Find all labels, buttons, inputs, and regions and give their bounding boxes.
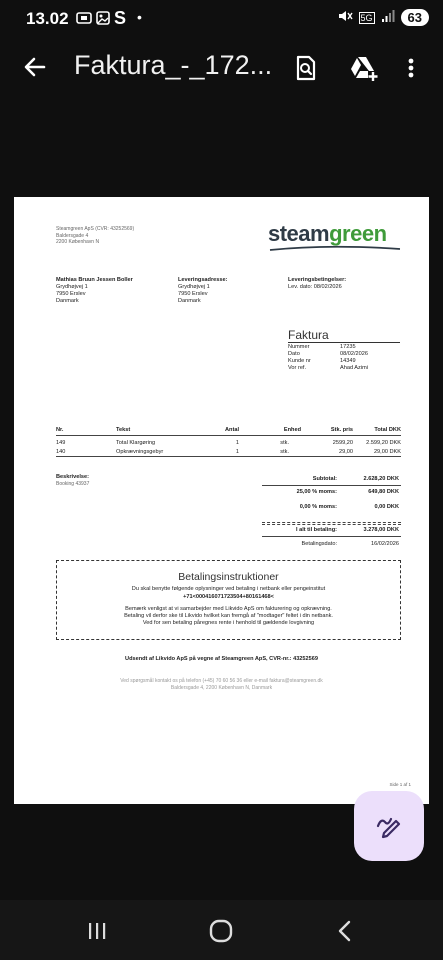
status-time: 13.02 xyxy=(26,9,69,28)
screenshot-notification-icon xyxy=(76,11,92,28)
payment-code: +71<000416071723504+80161468< xyxy=(183,594,274,600)
payment-instructions: Betalingsinstruktioner Du skal benytte f… xyxy=(56,560,401,640)
more-notifications-dot-icon: • xyxy=(137,9,142,25)
table-header: Nr. Tekst Antal Enhed Stk. pris Total DK… xyxy=(56,426,401,436)
delivery-address: Leveringsadresse: Grydhøjvej 1 7950 Ersl… xyxy=(178,277,228,304)
back-arrow-icon[interactable] xyxy=(20,52,50,82)
recent-apps-icon[interactable] xyxy=(86,920,108,947)
invoice-footer: Udsendt af Likvido ApS på vegne af Steam… xyxy=(14,656,429,691)
description: Beskrivelse: Booking 43937 xyxy=(56,474,90,487)
payment-instructions-title: Betalingsinstruktioner xyxy=(178,571,279,583)
line-items-table: Nr. Tekst Antal Enhed Stk. pris Total DK… xyxy=(56,426,401,457)
invoice-details: Nummer 17235 Dato 08/02/2026 Kunde nr 14349… xyxy=(288,344,368,371)
network-type-icon: 5G xyxy=(358,11,375,24)
more-options-icon[interactable] xyxy=(404,54,418,82)
home-icon[interactable] xyxy=(209,919,233,948)
gallery-notification-icon xyxy=(96,11,110,28)
annotate-fab[interactable] xyxy=(354,791,424,861)
pen-annotate-icon xyxy=(376,817,401,839)
sender-address: Steamgreen ApS (CVR: 43252569) Baldersga… xyxy=(56,226,135,245)
sent-by-line: Udsendt af Likvido ApS på vegne af Steam… xyxy=(125,656,318,662)
page-number: Side 1 af 1 xyxy=(389,782,411,787)
delivery-terms: Leveringsbetingelser: Lev. dato: 08/02/2… xyxy=(288,277,347,290)
add-to-drive-icon[interactable] xyxy=(349,54,378,82)
invoice-page[interactable]: Steamgreen ApS (CVR: 43252569) Baldersga… xyxy=(14,197,429,804)
customer-address: Mathias Bruun Jessen Boller Grydhøjvej 1… xyxy=(56,277,133,304)
document-title: Faktura_-_172... xyxy=(74,50,273,80)
invoice-title-divider xyxy=(288,342,400,343)
s-app-notification-icon: S xyxy=(114,8,127,28)
table-row: 149 Total Klargøring 1 stk. 2599,20 2.59… xyxy=(56,440,401,446)
logo-swoosh xyxy=(269,245,401,251)
search-document-icon[interactable] xyxy=(292,54,320,82)
invoice-title: Faktura xyxy=(288,328,329,342)
battery-indicator: 63 xyxy=(400,9,429,26)
steamgreen-logo: steamgreen xyxy=(268,221,387,246)
table-row: 140 Opkrævningsgebyr 1 stk. 29,00 29,00 … xyxy=(56,449,401,457)
back-nav-icon[interactable] xyxy=(334,919,356,948)
mute-icon xyxy=(337,9,353,26)
status-bar: 13.02 S • 5G 63 xyxy=(0,0,443,40)
signal-icon xyxy=(381,9,395,26)
app-bar: Faktura_-_172... xyxy=(0,40,443,98)
totals-block: Subtotal: 2.628,20 DKK 25,00 % moms: 649… xyxy=(262,475,401,550)
system-navigation-bar xyxy=(0,900,443,960)
